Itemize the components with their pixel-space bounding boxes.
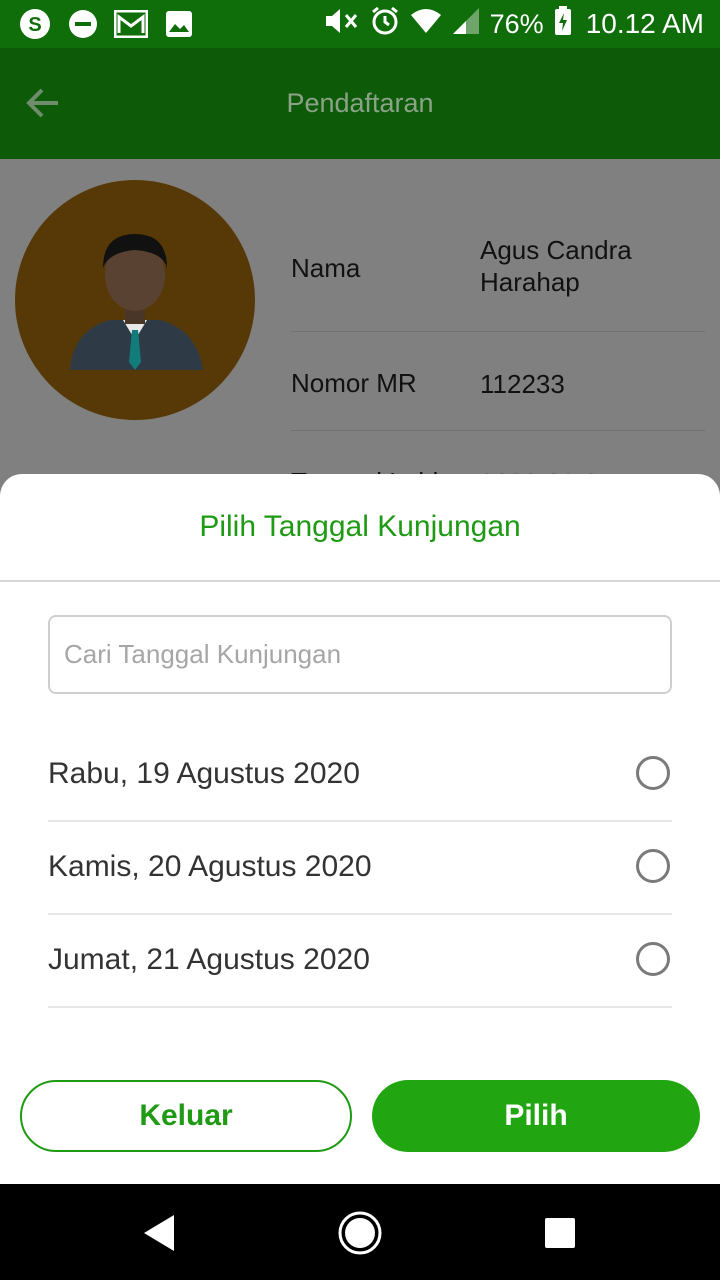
date-option[interactable]: Kamis, 20 Agustus 2020 [48,822,672,915]
info-label: Nama [291,253,361,283]
date-option-label: Rabu, 19 Agustus 2020 [48,757,360,790]
radio-button[interactable] [636,756,670,790]
navigation-bar [0,1184,720,1280]
date-option[interactable]: Jumat, 21 Agustus 2020 [48,915,672,1008]
wifi-icon [410,7,442,42]
nav-home-icon[interactable] [335,1208,385,1258]
skype-icon: S [18,8,52,40]
battery-percent: 76% [489,8,544,39]
divider [0,580,720,582]
date-option-label: Kamis, 20 Agustus 2020 [48,850,372,883]
info-value: Agus Candra Harahap [480,235,632,297]
cancel-button[interactable]: Keluar [20,1080,352,1152]
page-title: Pendaftaran [286,88,434,118]
clock-time: 10.12 AM [585,8,704,39]
info-row-name: Nama Agus Candra Harahap [291,201,705,332]
visit-date-sheet: Pilih Tanggal Kunjungan Rabu, 19 Agustus… [0,474,720,1184]
search-input[interactable] [48,615,672,694]
alarm-icon [370,6,400,43]
info-value: 112233 [480,369,565,399]
svg-text:S: S [28,14,41,36]
date-option[interactable]: Rabu, 19 Agustus 2020 [48,729,672,822]
info-label: Nomor MR [291,368,417,398]
mute-icon [324,6,360,43]
nav-recents-icon[interactable] [535,1208,585,1258]
gmail-icon [114,8,148,40]
select-button[interactable]: Pilih [372,1080,700,1152]
battery-icon [554,5,572,43]
status-bar: S 76% 10.12 AM [0,0,720,48]
signal-icon [452,7,480,42]
date-option-label: Jumat, 21 Agustus 2020 [48,943,370,976]
radio-button[interactable] [636,849,670,883]
app-bar: Pendaftaran [0,48,720,159]
image-icon [162,8,196,40]
do-not-disturb-icon [66,8,100,40]
info-row-mr: Nomor MR 112233 [291,332,705,431]
person-avatar-icon [15,180,255,420]
nav-back-icon[interactable] [135,1208,185,1258]
radio-button[interactable] [636,942,670,976]
sheet-title: Pilih Tanggal Kunjungan [199,510,521,543]
